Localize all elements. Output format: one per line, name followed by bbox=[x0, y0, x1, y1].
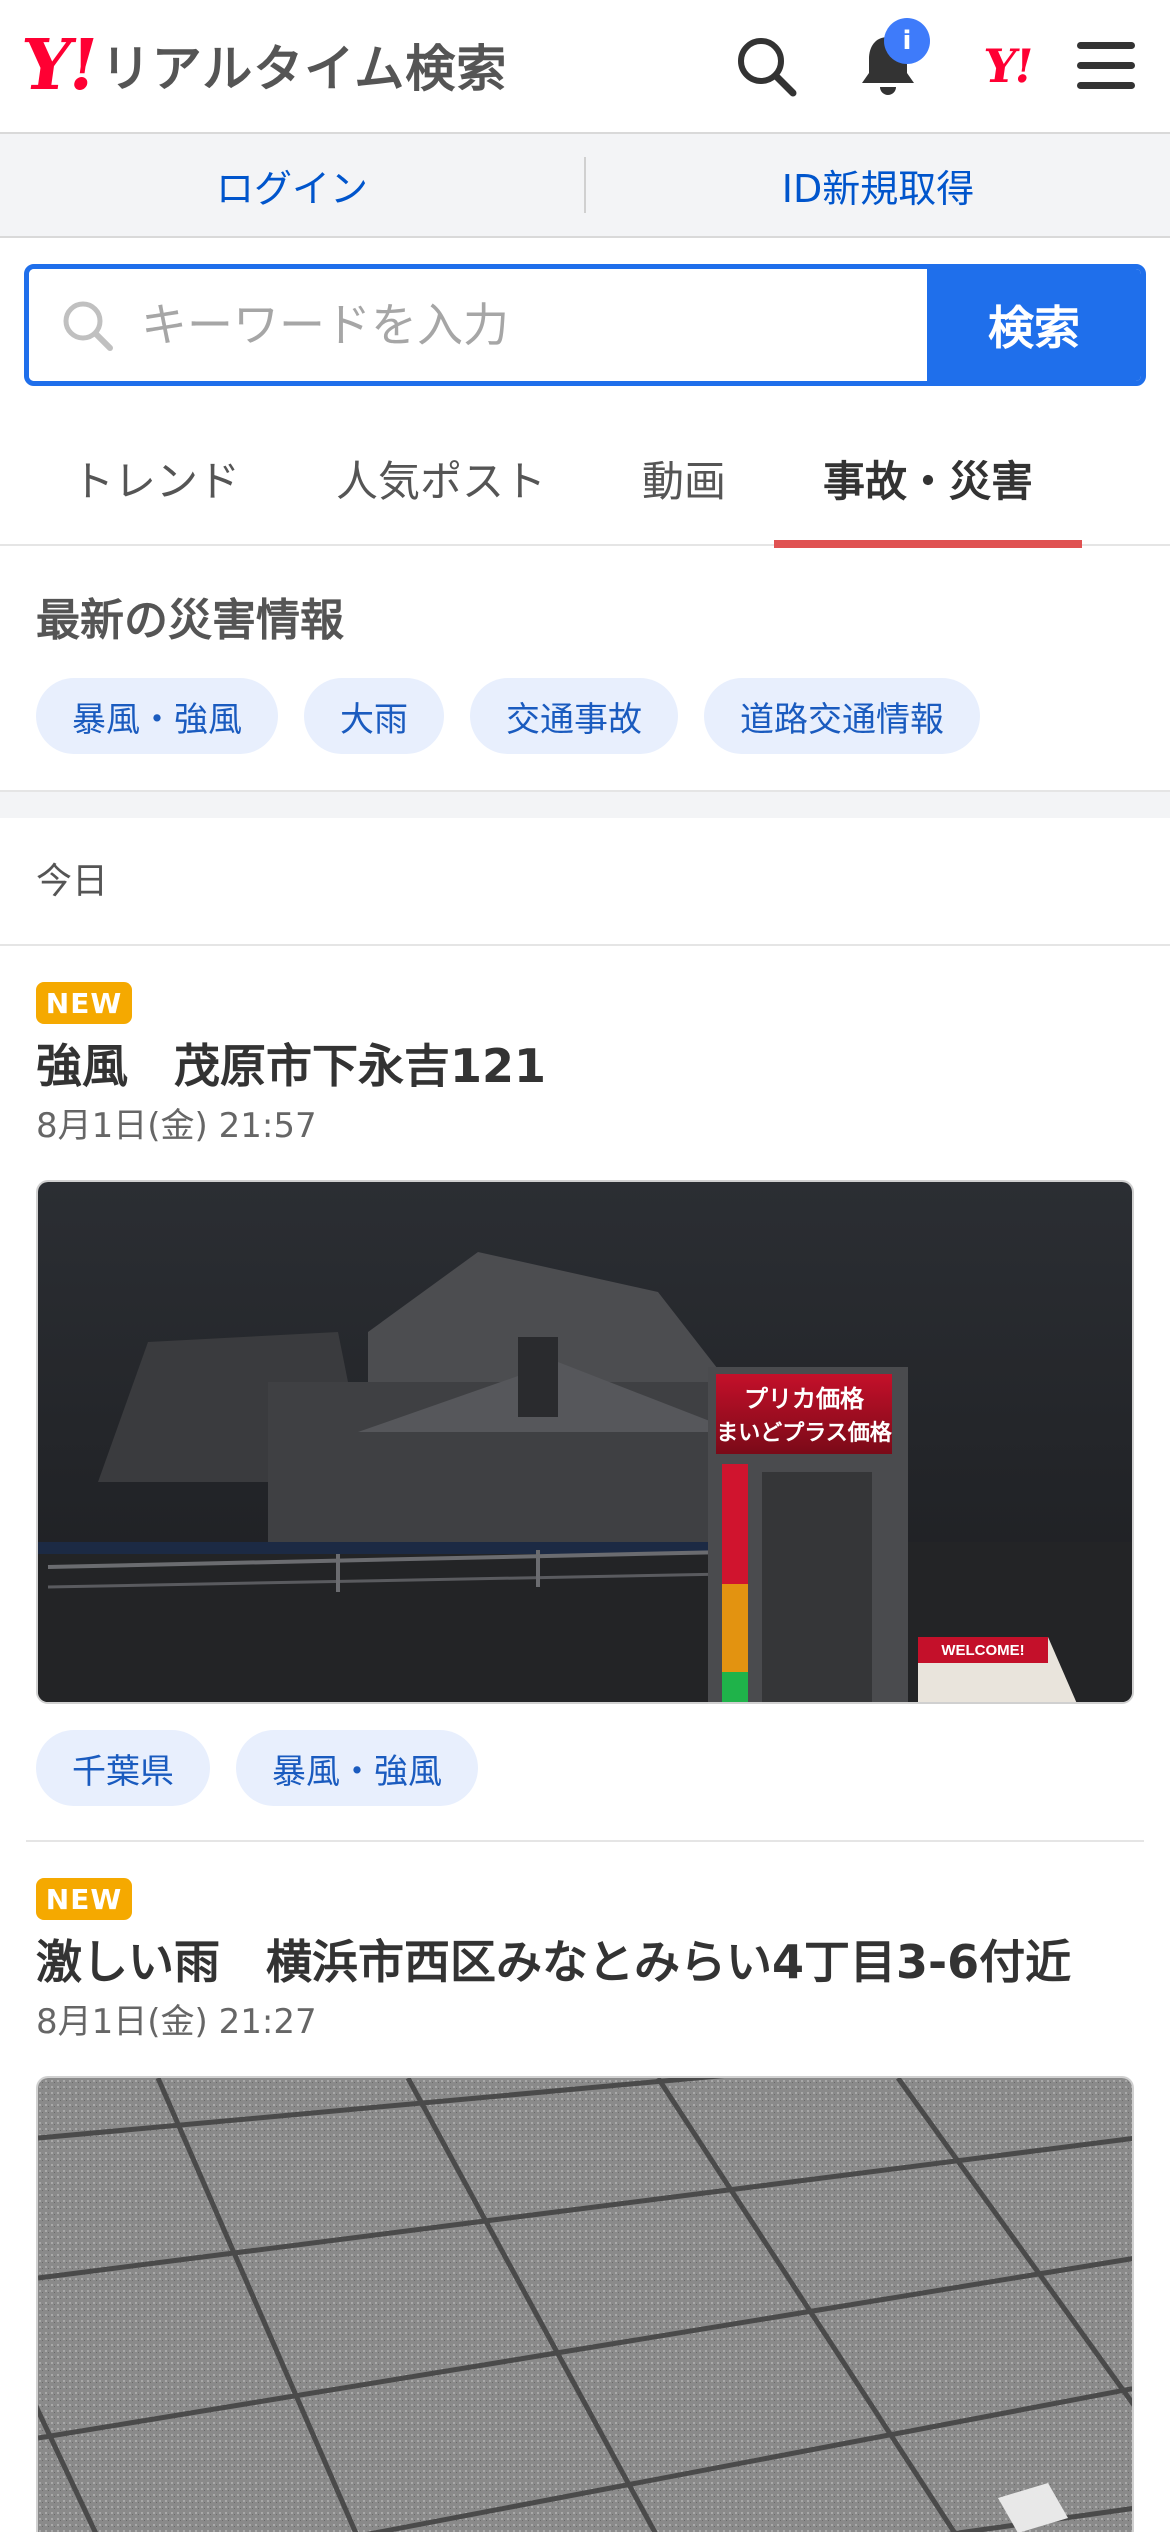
night-gas-station-photo: プリカ価格 まいどプラス価格 WELCOME! bbox=[38, 1182, 1132, 1702]
category-tabs: トレンド 人気ポスト 動画 事故・災害 bbox=[0, 410, 1170, 548]
disaster-chips: 暴風・強風 大雨 交通事故 道路交通情報 bbox=[36, 678, 980, 754]
tab-popular-posts[interactable]: 人気ポスト bbox=[316, 410, 566, 546]
tab-trend[interactable]: トレンド bbox=[46, 410, 266, 546]
login-link[interactable]: ログイン bbox=[0, 158, 584, 213]
menu-icon[interactable] bbox=[1070, 30, 1142, 102]
post-image[interactable] bbox=[36, 2076, 1134, 2532]
account-bar: ログイン ID新規取得 bbox=[0, 134, 1170, 238]
yahoo-realtime-logo[interactable]: Y! リアルタイム検索 bbox=[16, 23, 508, 106]
post-image[interactable]: プリカ価格 まいどプラス価格 WELCOME! bbox=[36, 1180, 1134, 1704]
tab-accidents-disasters[interactable]: 事故・災害 bbox=[774, 410, 1082, 548]
chip-heavy-rain[interactable]: 大雨 bbox=[304, 678, 444, 754]
wet-pavement-photo bbox=[38, 2078, 1132, 2532]
search-icon[interactable] bbox=[730, 30, 802, 102]
sign-price-line-1: プリカ価格 bbox=[744, 1386, 865, 1413]
post-tags: 千葉県 暴風・強風 bbox=[36, 1730, 478, 1806]
tag-chiba[interactable]: 千葉県 bbox=[36, 1730, 210, 1806]
new-badge: NEW bbox=[36, 1878, 132, 1920]
new-badge: NEW bbox=[36, 982, 132, 1024]
notification-button[interactable]: i bbox=[852, 18, 930, 102]
app-header: Y! リアルタイム検索 i Y! bbox=[0, 0, 1170, 134]
section-title: 最新の災害情報 bbox=[36, 595, 344, 646]
yahoo-logo-mark: Y! bbox=[16, 23, 101, 106]
post-title[interactable]: 激しい雨 横浜市西区みなとみらい4丁目3-6付近 bbox=[36, 1926, 1071, 1992]
search-input[interactable] bbox=[141, 298, 841, 352]
chip-road-traffic-info[interactable]: 道路交通情報 bbox=[704, 678, 980, 754]
day-heading: 今日 bbox=[36, 861, 109, 902]
yahoo-icon[interactable]: Y! bbox=[968, 30, 1048, 102]
section-separator bbox=[0, 790, 1170, 818]
sign-price-line-2: まいどプラス価格 bbox=[716, 1420, 893, 1445]
divider bbox=[0, 944, 1170, 946]
notification-badge: i bbox=[884, 18, 930, 64]
sign-welcome: WELCOME! bbox=[941, 1642, 1024, 1659]
post-timestamp: 8月1日(金) 21:57 bbox=[36, 1106, 317, 1146]
yahoo-japan-mark: Y! bbox=[980, 39, 1036, 93]
post-title[interactable]: 強風 茂原市下永吉121 bbox=[36, 1030, 546, 1096]
register-link[interactable]: ID新規取得 bbox=[586, 158, 1170, 213]
search-box: 検索 bbox=[24, 264, 1146, 386]
search-field[interactable] bbox=[29, 269, 927, 381]
chip-traffic-accident[interactable]: 交通事故 bbox=[470, 678, 678, 754]
chip-storm[interactable]: 暴風・強風 bbox=[36, 678, 278, 754]
logo-text: リアルタイム検索 bbox=[100, 40, 508, 98]
search-field-icon bbox=[63, 301, 113, 351]
search-button[interactable]: 検索 bbox=[927, 269, 1141, 381]
tag-storm[interactable]: 暴風・強風 bbox=[236, 1730, 478, 1806]
tab-videos[interactable]: 動画 bbox=[616, 410, 752, 546]
post-divider bbox=[26, 1840, 1144, 1842]
post-timestamp: 8月1日(金) 21:27 bbox=[36, 2002, 317, 2042]
